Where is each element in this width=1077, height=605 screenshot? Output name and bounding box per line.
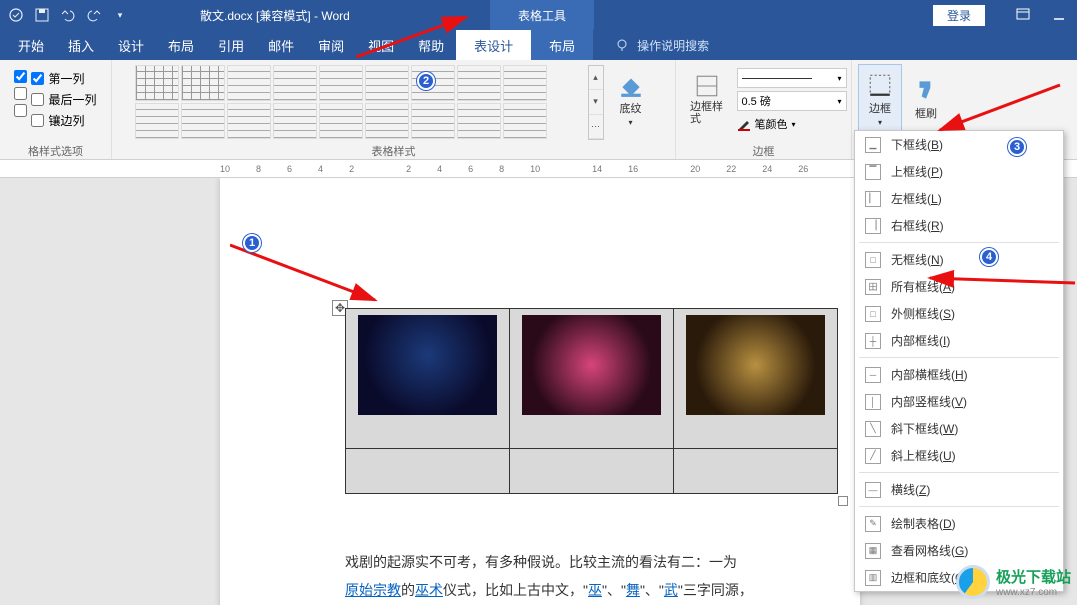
minimize-icon[interactable] <box>1041 0 1077 30</box>
document-body-text[interactable]: 戏剧的起源实不可考，有多种假说。比较主流的看法有二：一为 原始宗教的巫术仪式，比… <box>345 548 840 604</box>
tab-home[interactable]: 开始 <box>6 30 56 60</box>
painter-icon <box>913 77 939 103</box>
link-witchcraft[interactable]: 巫术 <box>415 582 443 598</box>
link-dance[interactable]: 舞 <box>626 582 640 598</box>
group-table-styles: 表格样式 <box>372 143 416 157</box>
table-image-1[interactable] <box>358 315 497 415</box>
link-religion[interactable]: 原始宗教 <box>345 582 401 598</box>
menu-view-gridlines[interactable]: ▦查看网格线(G) <box>855 537 1063 564</box>
menu-inside-borders[interactable]: ┼内部框线(I) <box>855 327 1063 354</box>
table-image-3[interactable] <box>686 315 825 415</box>
document-title: 散文.docx [兼容模式] - Word <box>200 7 350 24</box>
table-styles-gallery[interactable] <box>134 64 588 140</box>
menu-all-borders[interactable]: 田所有框线(A) <box>855 273 1063 300</box>
pen-icon <box>737 117 751 131</box>
borders-icon <box>867 72 893 98</box>
annotation-badge-3: 3 <box>1008 138 1026 156</box>
redo-icon[interactable] <box>84 5 104 25</box>
watermark: 极光下载站www.xz7.com <box>956 565 1071 599</box>
ribbon-tabs: 开始 插入 设计 布局 引用 邮件 审阅 视图 帮助 表设计 布局 操作说明搜索 <box>0 30 1077 60</box>
tab-table-layout[interactable]: 布局 <box>531 30 593 60</box>
chk-row-1[interactable] <box>14 70 27 83</box>
chk-row-2[interactable] <box>14 87 27 100</box>
borders-dropdown-button[interactable]: 边框▾ <box>858 64 902 134</box>
annotation-badge-2: 2 <box>417 72 435 90</box>
login-button[interactable]: 登录 <box>933 5 985 26</box>
link-wu[interactable]: 巫 <box>588 582 602 598</box>
menu-diag-down[interactable]: ╲斜下框线(W) <box>855 415 1063 442</box>
tab-mailings[interactable]: 邮件 <box>256 30 306 60</box>
autosave-icon[interactable] <box>6 5 26 25</box>
menu-left-border[interactable]: ▏左框线(L) <box>855 185 1063 212</box>
tell-me-search[interactable]: 操作说明搜索 <box>615 37 709 54</box>
chk-last-col[interactable]: 最后一列 <box>31 91 96 108</box>
menu-no-border[interactable]: □无框线(N) <box>855 246 1063 273</box>
borders-dropdown-menu: ▁下框线(B) ▔上框线(P) ▏左框线(L) ▕右框线(R) □无框线(N) … <box>854 130 1064 592</box>
tab-layout[interactable]: 布局 <box>156 30 206 60</box>
border-line-style[interactable]: ▾ <box>737 68 847 88</box>
menu-top-border[interactable]: ▔上框线(P) <box>855 158 1063 185</box>
menu-diag-up[interactable]: ╱斜上框线(U) <box>855 442 1063 469</box>
lightbulb-icon <box>615 38 629 52</box>
menu-inside-v-border[interactable]: │内部竖框线(V) <box>855 388 1063 415</box>
menu-outside-borders[interactable]: □外侧框线(S) <box>855 300 1063 327</box>
annotation-badge-1: 1 <box>243 234 261 252</box>
border-painter-button[interactable]: 框刷 <box>906 64 946 134</box>
border-style-icon <box>694 73 720 99</box>
tab-view[interactable]: 视图 <box>356 30 406 60</box>
menu-bottom-border[interactable]: ▁下框线(B) <box>855 131 1063 158</box>
menu-inside-h-border[interactable]: ─内部横框线(H) <box>855 361 1063 388</box>
menu-right-border[interactable]: ▕右框线(R) <box>855 212 1063 239</box>
link-martial[interactable]: 武 <box>664 582 678 598</box>
group-borders: 边框 <box>753 143 775 157</box>
tab-review[interactable]: 审阅 <box>306 30 356 60</box>
annotation-badge-4: 4 <box>980 248 998 266</box>
tab-table-design[interactable]: 表设计 <box>456 30 531 60</box>
tab-help[interactable]: 帮助 <box>406 30 456 60</box>
undo-icon[interactable] <box>58 5 78 25</box>
table-resize-handle[interactable] <box>838 496 848 506</box>
pen-color-button[interactable]: 笔颜色▾ <box>737 114 847 134</box>
group-style-options: 格样式选项 <box>28 143 83 157</box>
border-weight[interactable]: 0.5 磅▾ <box>737 91 847 111</box>
gallery-scroll[interactable]: ▴▾⋯ <box>588 65 604 140</box>
tab-references[interactable]: 引用 <box>206 30 256 60</box>
qat-more-icon[interactable]: ▾ <box>110 5 130 25</box>
menu-draw-table[interactable]: ✎绘制表格(D) <box>855 510 1063 537</box>
contextual-tab-label: 表格工具 <box>490 0 594 30</box>
border-styles-button[interactable]: 边框样 式 <box>681 64 733 134</box>
table-image-2[interactable] <box>522 315 661 415</box>
chk-first-col[interactable]: 第一列 <box>31 70 96 87</box>
tab-design[interactable]: 设计 <box>106 30 156 60</box>
bucket-icon <box>618 72 644 98</box>
tell-me-label: 操作说明搜索 <box>637 37 709 54</box>
watermark-logo-icon <box>956 565 990 599</box>
tab-insert[interactable]: 插入 <box>56 30 106 60</box>
menu-hline[interactable]: —横线(Z) <box>855 476 1063 503</box>
save-icon[interactable] <box>32 5 52 25</box>
chk-row-3[interactable] <box>14 104 27 117</box>
chk-banded-col[interactable]: 镶边列 <box>31 112 96 129</box>
ribbon-display-icon[interactable] <box>1005 0 1041 30</box>
document-table[interactable] <box>345 308 838 494</box>
shading-button[interactable]: 底纹▾ <box>608 64 654 134</box>
